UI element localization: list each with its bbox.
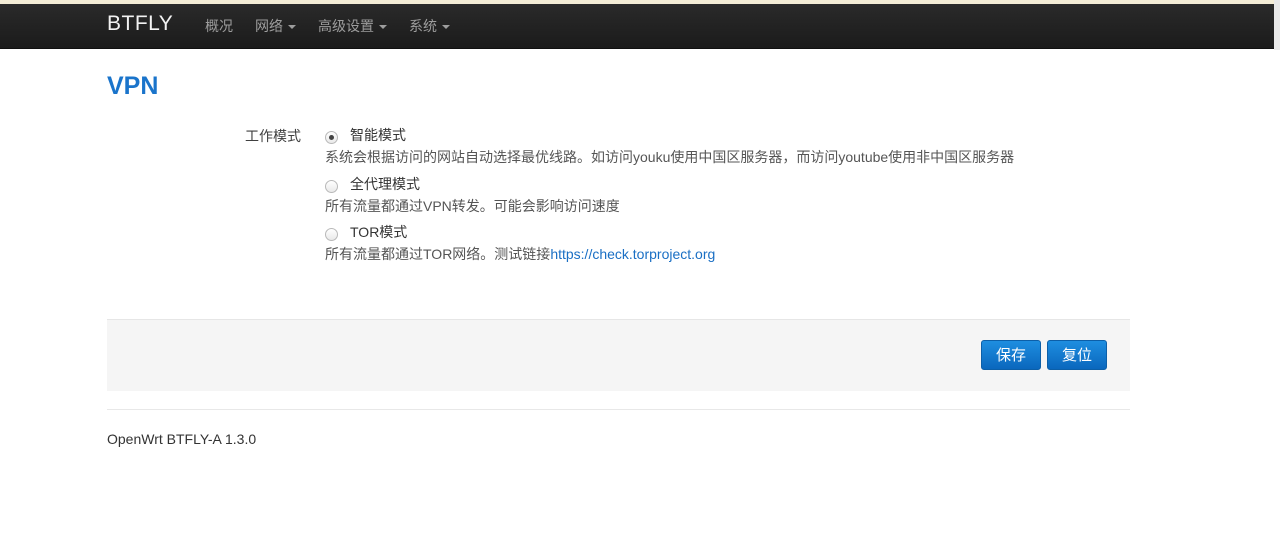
radio-option-tor[interactable]: TOR模式 (325, 224, 407, 241)
radio-button[interactable] (325, 179, 338, 193)
form-actions-bar: 保存 复位 (107, 319, 1130, 391)
footer-divider (107, 409, 1130, 410)
nav-item-label: 系统 (409, 18, 437, 34)
option-description-text: 所有流量都通过TOR网络。测试链接 (325, 246, 551, 262)
nav-item-system[interactable]: 系统 (409, 16, 450, 36)
page-title: VPN (107, 72, 159, 100)
option-description: 所有流量都通过VPN转发。可能会影响访问速度 (325, 198, 620, 214)
save-button[interactable]: 保存 (981, 340, 1041, 370)
work-mode-label: 工作模式 (245, 128, 301, 144)
option-description: 所有流量都通过TOR网络。测试链接https://check.torprojec… (325, 244, 715, 264)
radio-label[interactable]: TOR模式 (350, 222, 407, 242)
caret-down-icon (442, 25, 450, 29)
radio-label[interactable]: 智能模式 (350, 125, 406, 145)
nav-item-overview[interactable]: 概况 (205, 16, 233, 36)
tor-check-link[interactable]: https://check.torproject.org (550, 246, 715, 262)
radio-label[interactable]: 全代理模式 (350, 174, 420, 194)
nav-item-label: 概况 (205, 18, 233, 34)
caret-down-icon (288, 25, 296, 29)
navbar: BTFLY 概况 网络 高级设置 系统 (0, 4, 1280, 49)
nav-item-label: 网络 (255, 18, 283, 34)
nav-item-label: 高级设置 (318, 18, 374, 34)
nav-item-network[interactable]: 网络 (255, 16, 296, 36)
option-description: 系统会根据访问的网站自动选择最优线路。如访问youku使用中国区服务器，而访问y… (325, 149, 1015, 165)
nav-menu: 概况 网络 高级设置 系统 (205, 4, 472, 48)
caret-down-icon (379, 25, 387, 29)
reset-button[interactable]: 复位 (1047, 340, 1107, 370)
radio-option-smart[interactable]: 智能模式 (325, 127, 406, 144)
radio-option-full-proxy[interactable]: 全代理模式 (325, 176, 420, 193)
brand-logo[interactable]: BTFLY (107, 12, 173, 36)
radio-button[interactable] (325, 130, 338, 144)
nav-item-advanced[interactable]: 高级设置 (318, 16, 387, 36)
scrollbar-edge (1274, 0, 1280, 50)
radio-button[interactable] (325, 227, 338, 241)
footer-version: OpenWrt BTFLY-A 1.3.0 (107, 431, 257, 447)
